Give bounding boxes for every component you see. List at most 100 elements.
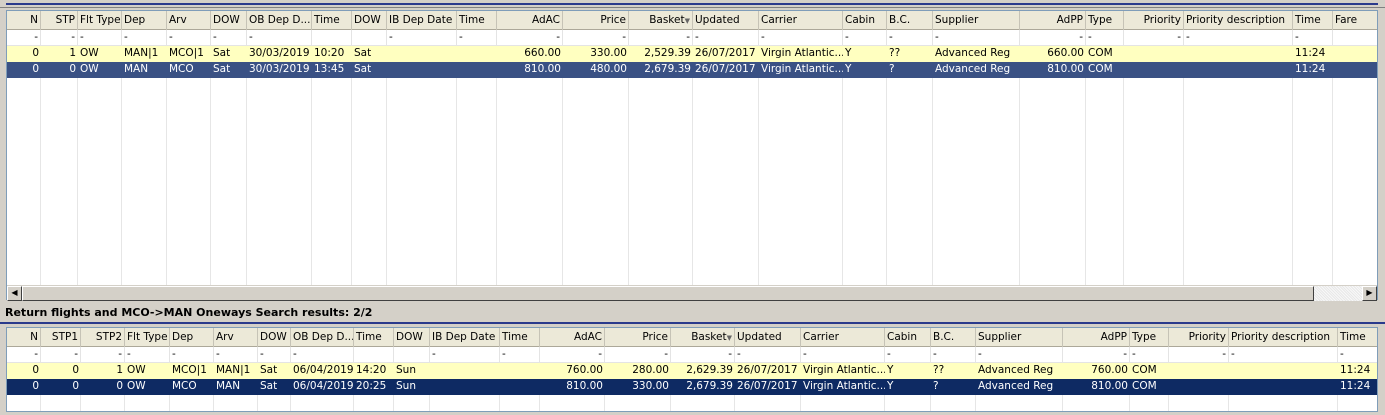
filter-cell[interactable]: - <box>41 30 78 46</box>
filter-cell[interactable]: - <box>735 347 801 363</box>
scrollbar-track[interactable] <box>1314 286 1362 301</box>
column-header[interactable]: Flt Type <box>78 11 122 30</box>
filter-cell[interactable]: - <box>170 347 214 363</box>
filter-cell[interactable]: - <box>247 30 312 46</box>
filter-cell[interactable]: - <box>1020 30 1086 46</box>
column-header[interactable]: Time <box>1293 11 1333 30</box>
filter-cell[interactable]: - <box>430 347 500 363</box>
filter-cell[interactable]: - <box>125 347 170 363</box>
column-header[interactable]: Basket▼ <box>671 328 735 347</box>
column-header[interactable]: AdAC <box>497 11 563 30</box>
column-header[interactable]: Cabin <box>843 11 887 30</box>
filter-cell[interactable]: - <box>693 30 759 46</box>
filter-cell[interactable]: - <box>1169 347 1229 363</box>
column-header[interactable]: Carrier <box>801 328 885 347</box>
column-header[interactable]: Time <box>354 328 394 347</box>
filter-cell[interactable]: - <box>671 347 735 363</box>
filter-cell[interactable]: - <box>843 30 887 46</box>
column-header[interactable]: Type <box>1086 11 1124 30</box>
column-header[interactable]: DOW <box>211 11 247 30</box>
filter-cell[interactable]: - <box>167 30 211 46</box>
filter-cell[interactable]: - <box>78 30 122 46</box>
filter-cell[interactable]: - <box>540 347 605 363</box>
column-header[interactable]: B.C. <box>887 11 933 30</box>
column-header[interactable]: AdPP <box>1063 328 1130 347</box>
column-header[interactable]: B.C. <box>931 328 976 347</box>
column-header[interactable]: Arv <box>214 328 258 347</box>
column-header[interactable]: Priority <box>1169 328 1229 347</box>
column-header[interactable]: AdPP <box>1020 11 1086 30</box>
filter-cell[interactable]: - <box>497 30 563 46</box>
filter-cell[interactable]: - <box>1338 347 1377 363</box>
column-header[interactable]: OB Dep D... <box>247 11 312 30</box>
table-row[interactable]: 0 1 OW MAN|1 MCO|1 Sat 30/03/2019 10:20 Sat 660.0… <box>7 46 1377 62</box>
column-header[interactable]: Dep <box>122 11 167 30</box>
filter-cell[interactable]: - <box>387 30 457 46</box>
column-header[interactable]: DOW <box>352 11 387 30</box>
column-header[interactable]: Basket▼ <box>629 11 693 30</box>
filter-cell[interactable]: - <box>7 347 41 363</box>
filter-cell[interactable]: - <box>1063 347 1130 363</box>
filter-cell[interactable]: - <box>933 30 1020 46</box>
column-header[interactable]: Updated <box>693 11 759 30</box>
filter-cell[interactable]: - <box>605 347 671 363</box>
filter-cell[interactable]: - <box>258 347 291 363</box>
column-header[interactable]: N <box>7 11 41 30</box>
return-results-grid[interactable]: N STP1 STP2 Flt Type Dep Arv DOW OB Dep D... Tim… <box>6 327 1378 412</box>
filter-cell[interactable]: - <box>976 347 1063 363</box>
filter-cell[interactable]: - <box>41 347 81 363</box>
table-row[interactable]: 0 0 0 OW MCO MAN Sat 06/04/2019 20:25 Sun 810.00 33… <box>7 379 1377 395</box>
filter-cell[interactable]: - <box>759 30 843 46</box>
column-header[interactable]: STP1 <box>41 328 81 347</box>
scrollbar-thumb[interactable] <box>22 286 1314 301</box>
column-header[interactable]: Supplier <box>933 11 1020 30</box>
filter-cell[interactable]: - <box>1086 30 1124 46</box>
filter-cell[interactable]: - <box>1229 347 1338 363</box>
filter-cell[interactable]: - <box>1130 347 1169 363</box>
filter-cell[interactable]: - <box>500 347 540 363</box>
filter-cell[interactable]: - <box>887 30 933 46</box>
column-header[interactable]: Priority <box>1124 11 1184 30</box>
column-header[interactable]: Fare <box>1333 11 1377 30</box>
filter-cell[interactable] <box>394 347 430 363</box>
column-header[interactable]: DOW <box>258 328 291 347</box>
scroll-left-arrow-icon[interactable]: ◀ <box>7 286 22 301</box>
column-header[interactable]: IB Dep Date <box>387 11 457 30</box>
column-header[interactable]: IB Dep Date <box>430 328 500 347</box>
filter-cell[interactable]: - <box>214 347 258 363</box>
table-row[interactable]: 0 0 OW MAN MCO Sat 30/03/2019 13:45 Sat 810.00 480… <box>7 62 1377 78</box>
column-header[interactable]: STP2 <box>81 328 125 347</box>
scroll-right-arrow-icon[interactable]: ▶ <box>1362 286 1377 301</box>
column-header[interactable]: OB Dep D... <box>291 328 354 347</box>
filter-cell[interactable]: - <box>885 347 931 363</box>
filter-cell[interactable]: - <box>1124 30 1184 46</box>
column-header[interactable]: Price <box>605 328 671 347</box>
filter-cell[interactable]: - <box>563 30 629 46</box>
column-header[interactable]: STP <box>41 11 78 30</box>
column-header[interactable]: AdAC <box>540 328 605 347</box>
column-header[interactable]: Time <box>1338 328 1377 347</box>
column-header[interactable]: Priority description <box>1229 328 1338 347</box>
column-header[interactable]: Carrier <box>759 11 843 30</box>
filter-cell[interactable]: - <box>931 347 976 363</box>
column-header[interactable]: Time <box>500 328 540 347</box>
filter-cell[interactable]: - <box>801 347 885 363</box>
filter-cell[interactable]: - <box>1293 30 1333 46</box>
filter-cell[interactable]: - <box>211 30 247 46</box>
column-header[interactable]: Cabin <box>885 328 931 347</box>
column-header[interactable]: Updated <box>735 328 801 347</box>
column-header[interactable]: Priority description <box>1184 11 1293 30</box>
filter-cell[interactable] <box>1333 30 1377 46</box>
filter-cell[interactable]: - <box>7 30 41 46</box>
filter-cell[interactable]: - <box>291 347 354 363</box>
outbound-results-grid[interactable]: N STP Flt Type Dep Arv DOW OB Dep D... Time DOW I… <box>6 10 1378 300</box>
filter-cell[interactable] <box>312 30 352 46</box>
column-header[interactable]: N <box>7 328 41 347</box>
column-header[interactable]: Arv <box>167 11 211 30</box>
filter-cell[interactable]: - <box>122 30 167 46</box>
filter-cell[interactable]: - <box>1184 30 1293 46</box>
filter-cell[interactable] <box>352 30 387 46</box>
filter-cell[interactable] <box>354 347 394 363</box>
column-header[interactable]: Supplier <box>976 328 1063 347</box>
horizontal-scrollbar[interactable]: ◀ ▶ <box>7 285 1377 301</box>
